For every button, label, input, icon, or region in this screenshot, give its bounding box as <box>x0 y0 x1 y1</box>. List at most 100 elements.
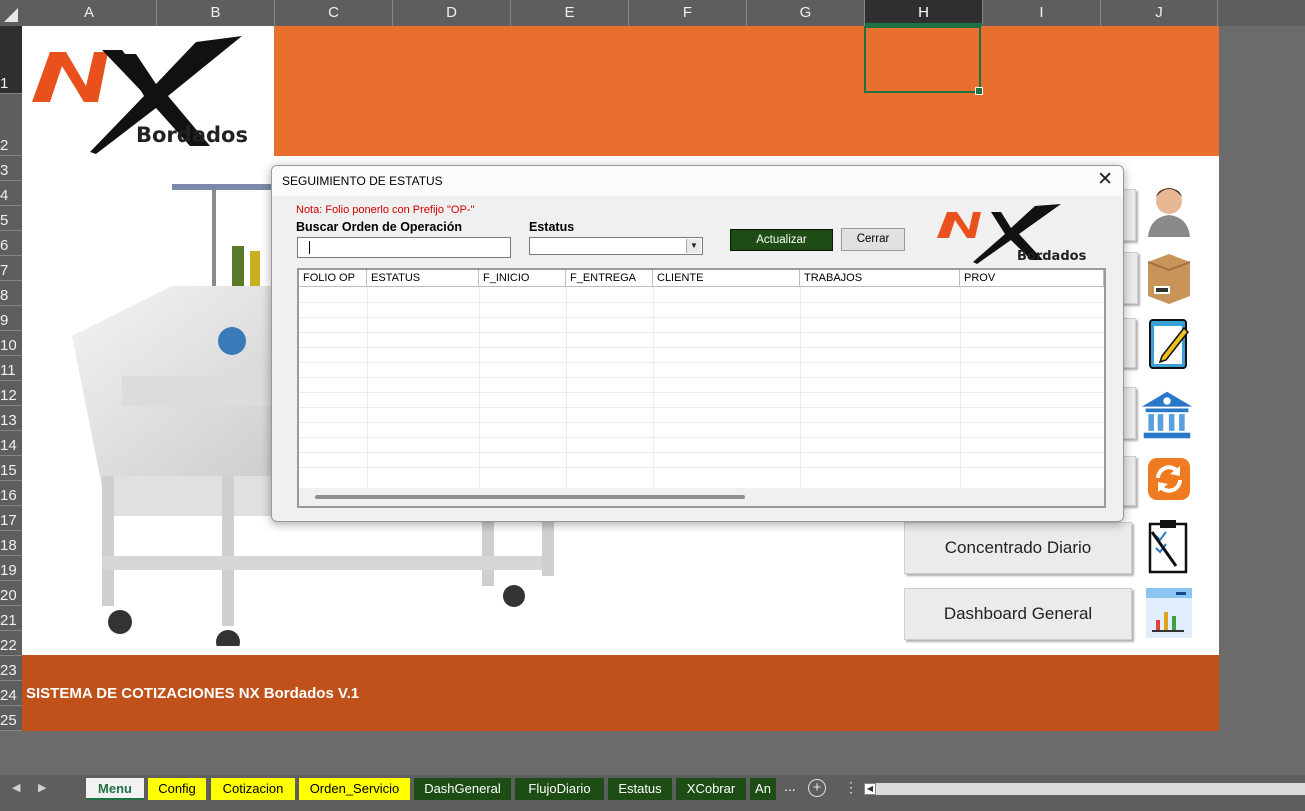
grid-horizontal-scrollbar[interactable] <box>299 488 1104 506</box>
checklist-icon[interactable] <box>1142 518 1196 576</box>
folio-note: Nota: Folio ponerlo con Prefijo "OP-" <box>296 204 475 216</box>
tab-scroll-right-icon[interactable]: ▶ <box>38 781 46 794</box>
column-header-h[interactable]: H <box>865 0 983 26</box>
row-header[interactable]: 9 <box>0 306 22 331</box>
column-header-bar: A B C D E F G H I J <box>0 0 1305 26</box>
grid-col-line <box>367 287 368 487</box>
grid-header-status[interactable]: ESTATUS <box>367 270 479 287</box>
row-header[interactable]: 1 <box>0 26 22 94</box>
grid-row-line <box>299 452 1104 453</box>
logo-text: Bordados <box>1017 249 1087 264</box>
column-header-g[interactable]: G <box>747 0 865 26</box>
sheet-tab-xcobrar[interactable]: XCobrar <box>676 778 746 800</box>
concentrado-diario-button[interactable]: Concentrado Diario <box>904 522 1132 574</box>
row-header[interactable]: 7 <box>0 256 22 281</box>
tab-scroll-left-icon[interactable]: ◀ <box>12 781 20 794</box>
sheet-tab-partial[interactable]: An <box>750 778 776 800</box>
grid-header-client[interactable]: CLIENTE <box>653 270 800 287</box>
logo-text: Bordados <box>136 123 248 147</box>
dialog-titlebar[interactable]: SEGUIMIENTO DE ESTATUS ✕ <box>272 166 1123 196</box>
row-header[interactable]: 3 <box>0 156 22 181</box>
row-header[interactable]: 17 <box>0 506 22 531</box>
select-all-corner[interactable] <box>0 0 22 26</box>
row-header[interactable]: 16 <box>0 481 22 506</box>
grid-row-line <box>299 437 1104 438</box>
scroll-left-icon[interactable]: ◀ <box>864 783 876 795</box>
grid-header-delivery-date[interactable]: F_ENTREGA <box>566 270 653 287</box>
grid-row-line <box>299 302 1104 303</box>
column-header-d[interactable]: D <box>393 0 511 26</box>
row-header[interactable]: 18 <box>0 531 22 556</box>
row-header[interactable]: 2 <box>0 94 22 156</box>
user-icon[interactable] <box>1142 181 1196 239</box>
row-header[interactable]: 22 <box>0 631 22 656</box>
grid-col-line <box>653 287 654 487</box>
row-header[interactable]: 6 <box>0 231 22 256</box>
row-header[interactable]: 8 <box>0 281 22 306</box>
close-icon[interactable]: ✕ <box>1097 170 1113 190</box>
row-header[interactable]: 14 <box>0 431 22 456</box>
row-header[interactable]: 13 <box>0 406 22 431</box>
row-header[interactable]: 11 <box>0 356 22 381</box>
row-header[interactable]: 4 <box>0 181 22 206</box>
grid-col-line <box>479 287 480 487</box>
chevron-down-icon[interactable]: ▼ <box>686 239 701 253</box>
close-button[interactable]: Cerrar <box>841 228 905 251</box>
grid-row-line <box>299 422 1104 423</box>
sheet-horizontal-scrollbar[interactable]: ◀ <box>864 783 1305 795</box>
sheet-tab-flujodiario[interactable]: FlujoDiario <box>515 778 604 800</box>
grid-header-folio[interactable]: FOLIO OP <box>299 270 367 287</box>
column-header-i[interactable]: I <box>983 0 1101 26</box>
row-header-bar: 1 2 3 4 5 6 7 8 9 10 11 12 13 14 15 16 1… <box>0 26 22 731</box>
row-header[interactable]: 25 <box>0 706 22 731</box>
row-header[interactable]: 5 <box>0 206 22 231</box>
column-header-a[interactable]: A <box>22 0 157 26</box>
more-tabs-icon[interactable]: ... <box>784 778 796 794</box>
box-icon[interactable] <box>1142 248 1196 306</box>
dialog-title: SEGUIMIENTO DE ESTATUS <box>282 174 443 188</box>
row-header[interactable]: 10 <box>0 331 22 356</box>
row-header[interactable]: 21 <box>0 606 22 631</box>
row-header[interactable]: 19 <box>0 556 22 581</box>
refresh-icon[interactable] <box>1142 452 1196 510</box>
bar-chart-icon[interactable] <box>1142 584 1196 642</box>
grid-header-prov[interactable]: PROV <box>960 270 1104 287</box>
row-header[interactable]: 24 <box>0 681 22 706</box>
column-header-e[interactable]: E <box>511 0 629 26</box>
text-caret <box>309 241 310 254</box>
row-header[interactable]: 20 <box>0 581 22 606</box>
status-select[interactable]: ▼ <box>529 237 703 255</box>
grid-col-line <box>960 287 961 487</box>
grid-row-line <box>299 347 1104 348</box>
grid-row-line <box>299 407 1104 408</box>
status-grid[interactable]: FOLIO OP ESTATUS F_INICIO F_ENTREGA CLIE… <box>297 268 1106 508</box>
sheet-tab-menu[interactable]: Menu <box>86 778 144 800</box>
nx-bordados-logo: Bordados <box>937 204 1087 264</box>
bank-icon[interactable] <box>1140 386 1194 444</box>
row-header[interactable]: 12 <box>0 381 22 406</box>
column-header-b[interactable]: B <box>157 0 275 26</box>
sheet-tab-estatus[interactable]: Estatus <box>608 778 672 800</box>
column-header-j[interactable]: J <box>1101 0 1218 26</box>
scrollbar-thumb[interactable] <box>315 495 745 499</box>
header-banner <box>274 26 1219 156</box>
more-options-icon[interactable]: ⋮ <box>844 779 858 796</box>
sheet-tab-dashgeneral[interactable]: DashGeneral <box>414 778 511 800</box>
update-button[interactable]: Actualizar <box>730 229 833 251</box>
dashboard-general-button[interactable]: Dashboard General <box>904 588 1132 640</box>
search-input[interactable] <box>297 237 511 258</box>
column-header-f[interactable]: F <box>629 0 747 26</box>
row-header[interactable]: 23 <box>0 656 22 681</box>
grid-header-start-date[interactable]: F_INICIO <box>479 270 566 287</box>
notepad-icon[interactable] <box>1142 314 1196 372</box>
grid-header-jobs[interactable]: TRABAJOS <box>800 270 960 287</box>
selected-cell[interactable] <box>864 26 983 95</box>
column-header-c[interactable]: C <box>275 0 393 26</box>
grid-row-line <box>299 377 1104 378</box>
add-sheet-icon[interactable]: + <box>808 779 826 797</box>
sheet-tab-config[interactable]: Config <box>148 778 206 800</box>
row-header[interactable]: 15 <box>0 456 22 481</box>
sheet-tab-orden-servicio[interactable]: Orden_Servicio <box>299 778 410 800</box>
grid-col-line <box>566 287 567 487</box>
sheet-tab-cotizacion[interactable]: Cotizacion <box>211 778 295 800</box>
